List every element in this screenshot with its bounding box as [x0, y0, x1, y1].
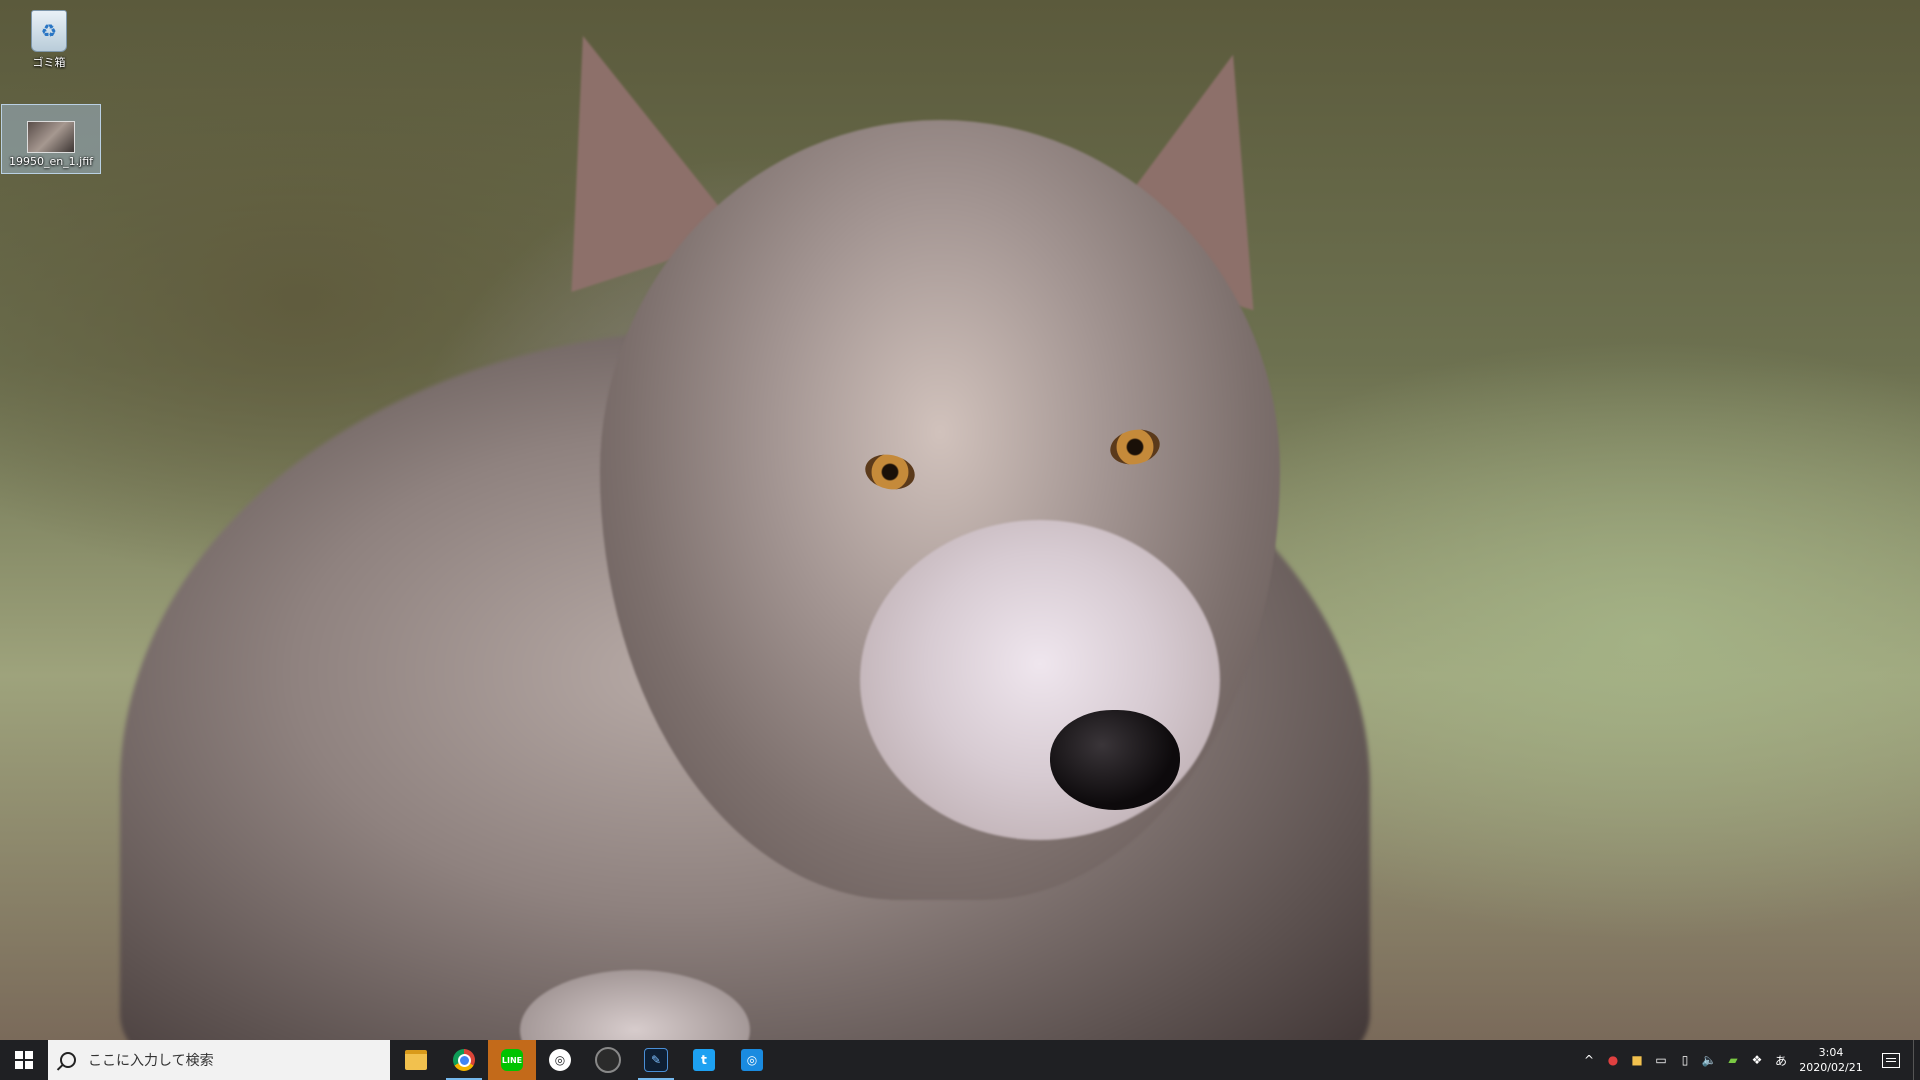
taskbar-app-davinci-resolve[interactable] — [584, 1040, 632, 1080]
chrome-icon — [453, 1049, 475, 1071]
twitter-icon: t — [693, 1049, 715, 1071]
ime-indicator[interactable]: あ — [1769, 1040, 1793, 1080]
taskbar-app-dark[interactable]: ✎ — [632, 1040, 680, 1080]
nvidia-icon[interactable]: ▰ — [1721, 1040, 1745, 1080]
image-file-icon — [27, 121, 75, 153]
taskbar-app-chrome[interactable] — [440, 1040, 488, 1080]
network-icon[interactable]: ▭ — [1649, 1040, 1673, 1080]
security-icon[interactable]: ● — [1601, 1040, 1625, 1080]
chevron-up-icon[interactable]: ^ — [1577, 1040, 1601, 1080]
start-button[interactable] — [0, 1040, 48, 1080]
usb-icon[interactable]: ▯ — [1673, 1040, 1697, 1080]
search-placeholder: ここに入力して検索 — [88, 1053, 214, 1069]
desktop-icon-label: 19950_en_1.jfif — [8, 155, 94, 168]
search-icon — [60, 1052, 76, 1068]
desktop-icon-image-file[interactable]: 19950_en_1.jfif — [1, 104, 101, 174]
volume-icon[interactable]: 🔈 — [1697, 1040, 1721, 1080]
desktop-wallpaper: ♻ ゴミ箱 19950_en_1.jfif — [0, 0, 1920, 1040]
taskbar-app-steam[interactable]: ◎ — [536, 1040, 584, 1080]
taskbar-pinned-apps: LINE ◎ ✎ t ◎ — [392, 1040, 776, 1080]
dropbox-icon[interactable]: ❖ — [1745, 1040, 1769, 1080]
taskbar-app-file-explorer[interactable] — [392, 1040, 440, 1080]
system-tray: ^ ● ■ ▭ ▯ 🔈 ▰ ❖ あ 3:04 2020/02/21 — [1577, 1040, 1920, 1080]
wallpaper-wolf-muzzle — [860, 520, 1220, 840]
steam-icon: ◎ — [549, 1049, 571, 1071]
desktop-icon-recycle-bin[interactable]: ♻ ゴミ箱 — [0, 4, 98, 76]
notification-icon — [1882, 1052, 1900, 1068]
taskbar-app-twitter[interactable]: t — [680, 1040, 728, 1080]
taskbar: ここに入力して検索 LINE ◎ ✎ t ◎ ^ ● ■ ▭ ▯ 🔈 ▰ ❖ あ… — [0, 1040, 1920, 1080]
app-tray-icon[interactable]: ■ — [1625, 1040, 1649, 1080]
taskbar-search-box[interactable]: ここに入力して検索 — [48, 1040, 390, 1080]
folder-icon — [405, 1050, 427, 1070]
davinci-resolve-icon — [595, 1047, 621, 1073]
app-icon: ◎ — [741, 1049, 763, 1071]
windows-logo-icon — [15, 1051, 33, 1069]
taskbar-app-line[interactable]: LINE — [488, 1040, 536, 1080]
recycle-bin-icon: ♻ — [31, 10, 67, 52]
taskbar-app-blue[interactable]: ◎ — [728, 1040, 776, 1080]
app-icon: ✎ — [644, 1048, 668, 1072]
clock-time: 3:04 — [1818, 1046, 1844, 1059]
action-center-button[interactable] — [1869, 1052, 1913, 1068]
desktop-icon-label: ゴミ箱 — [32, 56, 66, 69]
line-icon: LINE — [501, 1049, 523, 1071]
wallpaper-wolf-nose — [1050, 710, 1180, 810]
show-desktop-button[interactable] — [1913, 1040, 1920, 1080]
clock[interactable]: 3:04 2020/02/21 — [1793, 1045, 1869, 1075]
clock-date: 2020/02/21 — [1799, 1061, 1863, 1074]
